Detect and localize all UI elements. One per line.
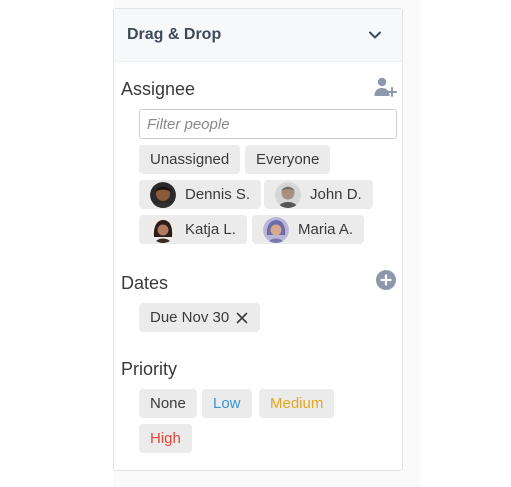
priority-option-high[interactable]: High — [139, 424, 192, 453]
due-date-label: Due Nov 30 — [150, 309, 230, 326]
person-name: Dennis S. — [185, 186, 251, 203]
chip-label: Unassigned — [150, 151, 230, 168]
priority-title: Priority — [121, 359, 178, 379]
panel-title: Drag & Drop — [127, 26, 222, 43]
due-date-chip[interactable]: Due Nov 30 — [139, 303, 261, 332]
chip-label: Medium — [270, 395, 324, 412]
assignee-option-everyone[interactable]: Everyone — [245, 145, 331, 174]
person-name: John D. — [310, 186, 362, 203]
priority-option-none[interactable]: None — [139, 389, 197, 418]
avatar — [150, 216, 176, 243]
assignee-person-maria[interactable]: Maria A. — [252, 215, 365, 244]
priority-option-low[interactable]: Low — [202, 389, 252, 418]
assignee-person-dennis[interactable]: Dennis S. — [139, 180, 262, 209]
avatar — [275, 181, 301, 208]
person-name: Maria A. — [298, 221, 354, 238]
chip-label: Everyone — [256, 151, 320, 168]
assignee-person-katja[interactable]: Katja L. — [139, 215, 247, 244]
avatar — [263, 216, 289, 243]
add-circle-icon[interactable] — [375, 269, 397, 291]
assignee-option-unassigned[interactable]: Unassigned — [139, 145, 241, 174]
avatar — [150, 181, 176, 208]
add-person-icon[interactable] — [373, 75, 397, 99]
chip-label: Low — [213, 395, 241, 412]
chip-label: High — [150, 430, 181, 447]
assignee-person-john[interactable]: John D. — [264, 180, 373, 209]
chip-label: None — [150, 395, 186, 412]
filter-people-input[interactable] — [139, 109, 397, 139]
dates-title: Dates — [121, 273, 169, 293]
filter-panel: Drag & Drop Assignee Unassigned Everyone… — [113, 8, 403, 471]
person-name: Katja L. — [185, 221, 236, 238]
chevron-down-icon[interactable] — [366, 26, 384, 44]
priority-option-medium[interactable]: Medium — [259, 389, 335, 418]
panel-header[interactable]: Drag & Drop — [114, 9, 402, 62]
assignee-title: Assignee — [121, 79, 196, 99]
close-icon[interactable] — [235, 311, 249, 325]
